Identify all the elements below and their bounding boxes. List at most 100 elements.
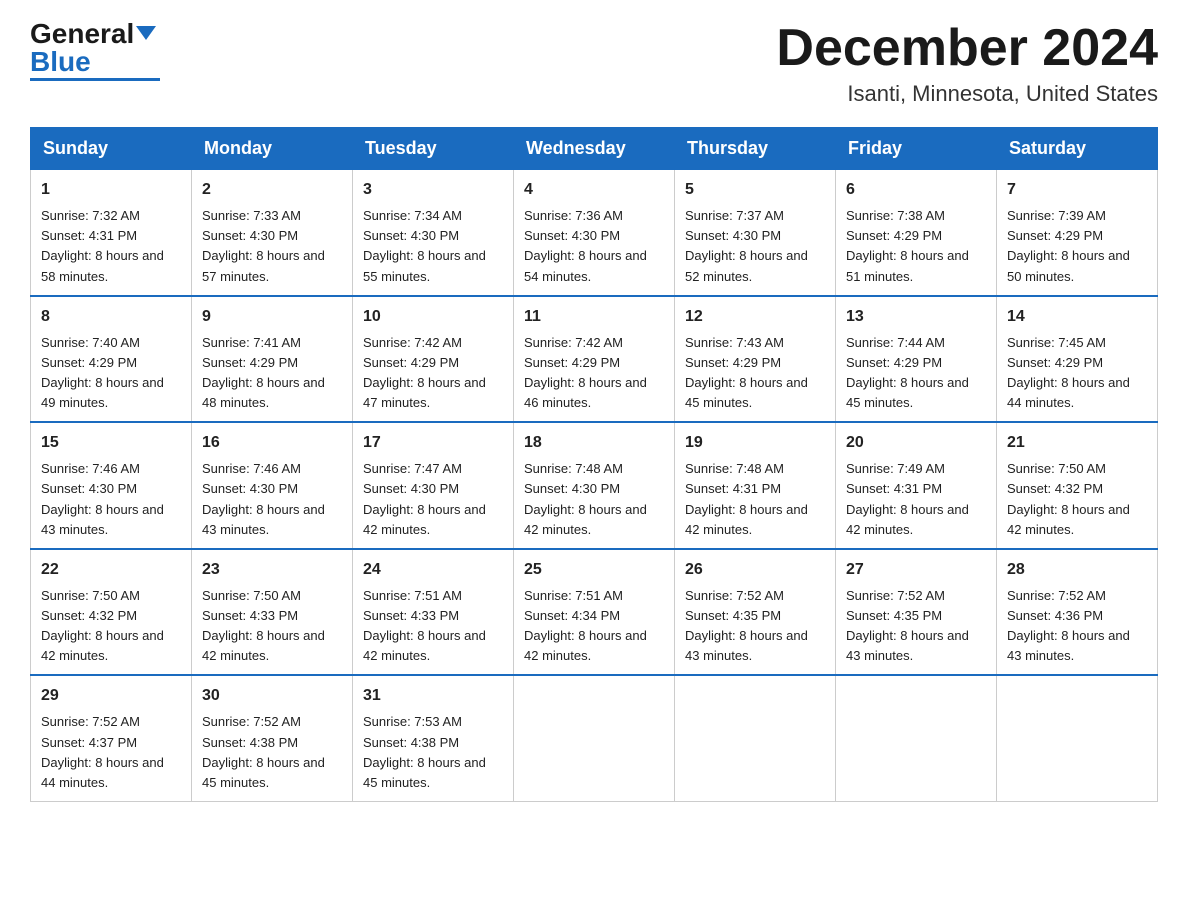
- day-number: 5: [685, 178, 825, 202]
- header-monday: Monday: [192, 128, 353, 170]
- logo: General Blue: [30, 20, 160, 81]
- table-row: 5 Sunrise: 7:37 AMSunset: 4:30 PMDayligh…: [675, 170, 836, 296]
- day-info: Sunrise: 7:38 AMSunset: 4:29 PMDaylight:…: [846, 208, 969, 283]
- table-row: 27 Sunrise: 7:52 AMSunset: 4:35 PMDaylig…: [836, 549, 997, 676]
- calendar-location: Isanti, Minnesota, United States: [776, 81, 1158, 107]
- day-number: 6: [846, 178, 986, 202]
- table-row: 2 Sunrise: 7:33 AMSunset: 4:30 PMDayligh…: [192, 170, 353, 296]
- logo-underline: [30, 78, 160, 81]
- table-row: 7 Sunrise: 7:39 AMSunset: 4:29 PMDayligh…: [997, 170, 1158, 296]
- table-row: 22 Sunrise: 7:50 AMSunset: 4:32 PMDaylig…: [31, 549, 192, 676]
- table-row: 26 Sunrise: 7:52 AMSunset: 4:35 PMDaylig…: [675, 549, 836, 676]
- day-info: Sunrise: 7:41 AMSunset: 4:29 PMDaylight:…: [202, 335, 325, 410]
- day-number: 15: [41, 431, 181, 455]
- day-number: 3: [363, 178, 503, 202]
- day-info: Sunrise: 7:43 AMSunset: 4:29 PMDaylight:…: [685, 335, 808, 410]
- calendar-week-row: 8 Sunrise: 7:40 AMSunset: 4:29 PMDayligh…: [31, 296, 1158, 423]
- day-info: Sunrise: 7:46 AMSunset: 4:30 PMDaylight:…: [202, 461, 325, 536]
- table-row: 6 Sunrise: 7:38 AMSunset: 4:29 PMDayligh…: [836, 170, 997, 296]
- table-row: [997, 675, 1158, 801]
- table-row: 19 Sunrise: 7:48 AMSunset: 4:31 PMDaylig…: [675, 422, 836, 549]
- header-thursday: Thursday: [675, 128, 836, 170]
- table-row: 3 Sunrise: 7:34 AMSunset: 4:30 PMDayligh…: [353, 170, 514, 296]
- day-number: 23: [202, 558, 342, 582]
- day-info: Sunrise: 7:48 AMSunset: 4:30 PMDaylight:…: [524, 461, 647, 536]
- day-number: 27: [846, 558, 986, 582]
- day-info: Sunrise: 7:45 AMSunset: 4:29 PMDaylight:…: [1007, 335, 1130, 410]
- day-info: Sunrise: 7:50 AMSunset: 4:33 PMDaylight:…: [202, 588, 325, 663]
- day-info: Sunrise: 7:40 AMSunset: 4:29 PMDaylight:…: [41, 335, 164, 410]
- day-number: 14: [1007, 305, 1147, 329]
- day-info: Sunrise: 7:33 AMSunset: 4:30 PMDaylight:…: [202, 208, 325, 283]
- day-info: Sunrise: 7:51 AMSunset: 4:34 PMDaylight:…: [524, 588, 647, 663]
- table-row: 24 Sunrise: 7:51 AMSunset: 4:33 PMDaylig…: [353, 549, 514, 676]
- day-number: 19: [685, 431, 825, 455]
- day-number: 2: [202, 178, 342, 202]
- table-row: 23 Sunrise: 7:50 AMSunset: 4:33 PMDaylig…: [192, 549, 353, 676]
- calendar-title: December 2024: [776, 20, 1158, 77]
- day-info: Sunrise: 7:39 AMSunset: 4:29 PMDaylight:…: [1007, 208, 1130, 283]
- calendar-week-row: 15 Sunrise: 7:46 AMSunset: 4:30 PMDaylig…: [31, 422, 1158, 549]
- weekday-header-row: Sunday Monday Tuesday Wednesday Thursday…: [31, 128, 1158, 170]
- table-row: 4 Sunrise: 7:36 AMSunset: 4:30 PMDayligh…: [514, 170, 675, 296]
- day-info: Sunrise: 7:46 AMSunset: 4:30 PMDaylight:…: [41, 461, 164, 536]
- table-row: 31 Sunrise: 7:53 AMSunset: 4:38 PMDaylig…: [353, 675, 514, 801]
- day-number: 12: [685, 305, 825, 329]
- table-row: 13 Sunrise: 7:44 AMSunset: 4:29 PMDaylig…: [836, 296, 997, 423]
- table-row: 1 Sunrise: 7:32 AMSunset: 4:31 PMDayligh…: [31, 170, 192, 296]
- table-row: [514, 675, 675, 801]
- day-number: 1: [41, 178, 181, 202]
- day-info: Sunrise: 7:34 AMSunset: 4:30 PMDaylight:…: [363, 208, 486, 283]
- day-info: Sunrise: 7:32 AMSunset: 4:31 PMDaylight:…: [41, 208, 164, 283]
- table-row: 8 Sunrise: 7:40 AMSunset: 4:29 PMDayligh…: [31, 296, 192, 423]
- day-number: 9: [202, 305, 342, 329]
- table-row: 10 Sunrise: 7:42 AMSunset: 4:29 PMDaylig…: [353, 296, 514, 423]
- day-number: 4: [524, 178, 664, 202]
- day-number: 7: [1007, 178, 1147, 202]
- day-number: 11: [524, 305, 664, 329]
- header-sunday: Sunday: [31, 128, 192, 170]
- day-info: Sunrise: 7:53 AMSunset: 4:38 PMDaylight:…: [363, 714, 486, 789]
- table-row: 16 Sunrise: 7:46 AMSunset: 4:30 PMDaylig…: [192, 422, 353, 549]
- table-row: 21 Sunrise: 7:50 AMSunset: 4:32 PMDaylig…: [997, 422, 1158, 549]
- day-info: Sunrise: 7:42 AMSunset: 4:29 PMDaylight:…: [363, 335, 486, 410]
- calendar-week-row: 22 Sunrise: 7:50 AMSunset: 4:32 PMDaylig…: [31, 549, 1158, 676]
- day-info: Sunrise: 7:47 AMSunset: 4:30 PMDaylight:…: [363, 461, 486, 536]
- table-row: 28 Sunrise: 7:52 AMSunset: 4:36 PMDaylig…: [997, 549, 1158, 676]
- logo-general-text: General: [30, 18, 134, 49]
- table-row: 18 Sunrise: 7:48 AMSunset: 4:30 PMDaylig…: [514, 422, 675, 549]
- table-row: 9 Sunrise: 7:41 AMSunset: 4:29 PMDayligh…: [192, 296, 353, 423]
- day-number: 24: [363, 558, 503, 582]
- day-number: 8: [41, 305, 181, 329]
- day-number: 31: [363, 684, 503, 708]
- table-row: 11 Sunrise: 7:42 AMSunset: 4:29 PMDaylig…: [514, 296, 675, 423]
- day-info: Sunrise: 7:52 AMSunset: 4:36 PMDaylight:…: [1007, 588, 1130, 663]
- header-friday: Friday: [836, 128, 997, 170]
- day-info: Sunrise: 7:51 AMSunset: 4:33 PMDaylight:…: [363, 588, 486, 663]
- calendar-table: Sunday Monday Tuesday Wednesday Thursday…: [30, 127, 1158, 802]
- day-number: 16: [202, 431, 342, 455]
- table-row: 29 Sunrise: 7:52 AMSunset: 4:37 PMDaylig…: [31, 675, 192, 801]
- table-row: 25 Sunrise: 7:51 AMSunset: 4:34 PMDaylig…: [514, 549, 675, 676]
- day-info: Sunrise: 7:50 AMSunset: 4:32 PMDaylight:…: [41, 588, 164, 663]
- day-info: Sunrise: 7:52 AMSunset: 4:38 PMDaylight:…: [202, 714, 325, 789]
- table-row: 14 Sunrise: 7:45 AMSunset: 4:29 PMDaylig…: [997, 296, 1158, 423]
- calendar-week-row: 1 Sunrise: 7:32 AMSunset: 4:31 PMDayligh…: [31, 170, 1158, 296]
- day-number: 29: [41, 684, 181, 708]
- day-info: Sunrise: 7:37 AMSunset: 4:30 PMDaylight:…: [685, 208, 808, 283]
- table-row: 17 Sunrise: 7:47 AMSunset: 4:30 PMDaylig…: [353, 422, 514, 549]
- header-saturday: Saturday: [997, 128, 1158, 170]
- day-number: 17: [363, 431, 503, 455]
- day-info: Sunrise: 7:52 AMSunset: 4:37 PMDaylight:…: [41, 714, 164, 789]
- calendar-week-row: 29 Sunrise: 7:52 AMSunset: 4:37 PMDaylig…: [31, 675, 1158, 801]
- table-row: 12 Sunrise: 7:43 AMSunset: 4:29 PMDaylig…: [675, 296, 836, 423]
- header-wednesday: Wednesday: [514, 128, 675, 170]
- logo-triangle-icon: [136, 26, 156, 40]
- day-info: Sunrise: 7:50 AMSunset: 4:32 PMDaylight:…: [1007, 461, 1130, 536]
- day-number: 21: [1007, 431, 1147, 455]
- table-row: [836, 675, 997, 801]
- day-number: 20: [846, 431, 986, 455]
- day-info: Sunrise: 7:52 AMSunset: 4:35 PMDaylight:…: [685, 588, 808, 663]
- title-area: December 2024 Isanti, Minnesota, United …: [776, 20, 1158, 107]
- day-number: 13: [846, 305, 986, 329]
